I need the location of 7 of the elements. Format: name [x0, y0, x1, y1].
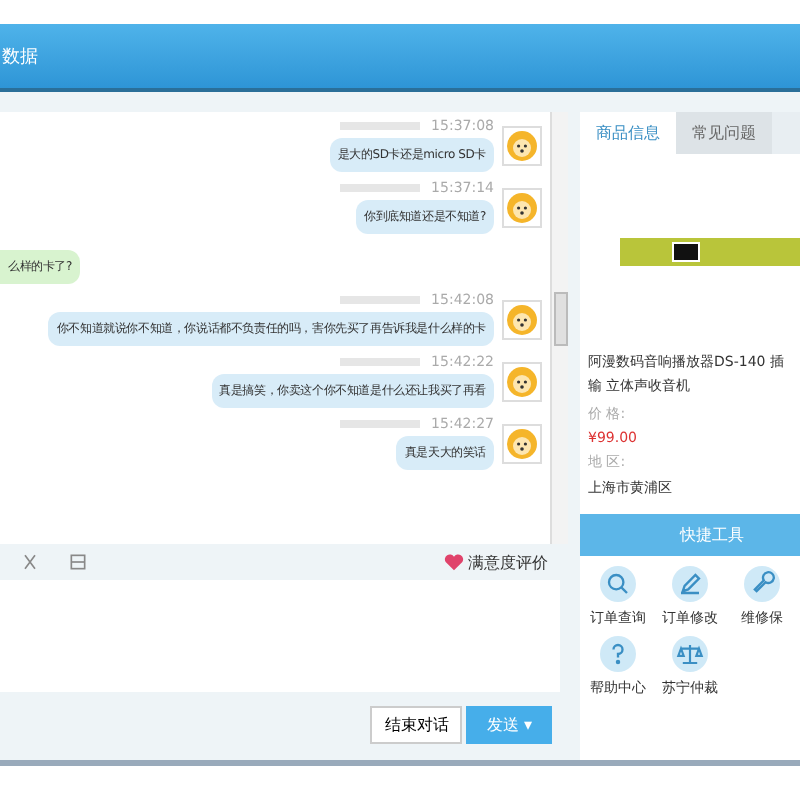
- quick-tools-header: 快捷工具: [580, 514, 800, 556]
- send-button[interactable]: 发送 ▾: [466, 706, 552, 744]
- window-title: 数据: [2, 45, 38, 69]
- panel-tab[interactable]: 常见问题: [676, 112, 772, 154]
- rating-link[interactable]: 满意度评价: [468, 551, 548, 573]
- end-chat-button[interactable]: 结束对话: [370, 706, 463, 744]
- panel-tab[interactable]: 商品信息: [580, 112, 676, 154]
